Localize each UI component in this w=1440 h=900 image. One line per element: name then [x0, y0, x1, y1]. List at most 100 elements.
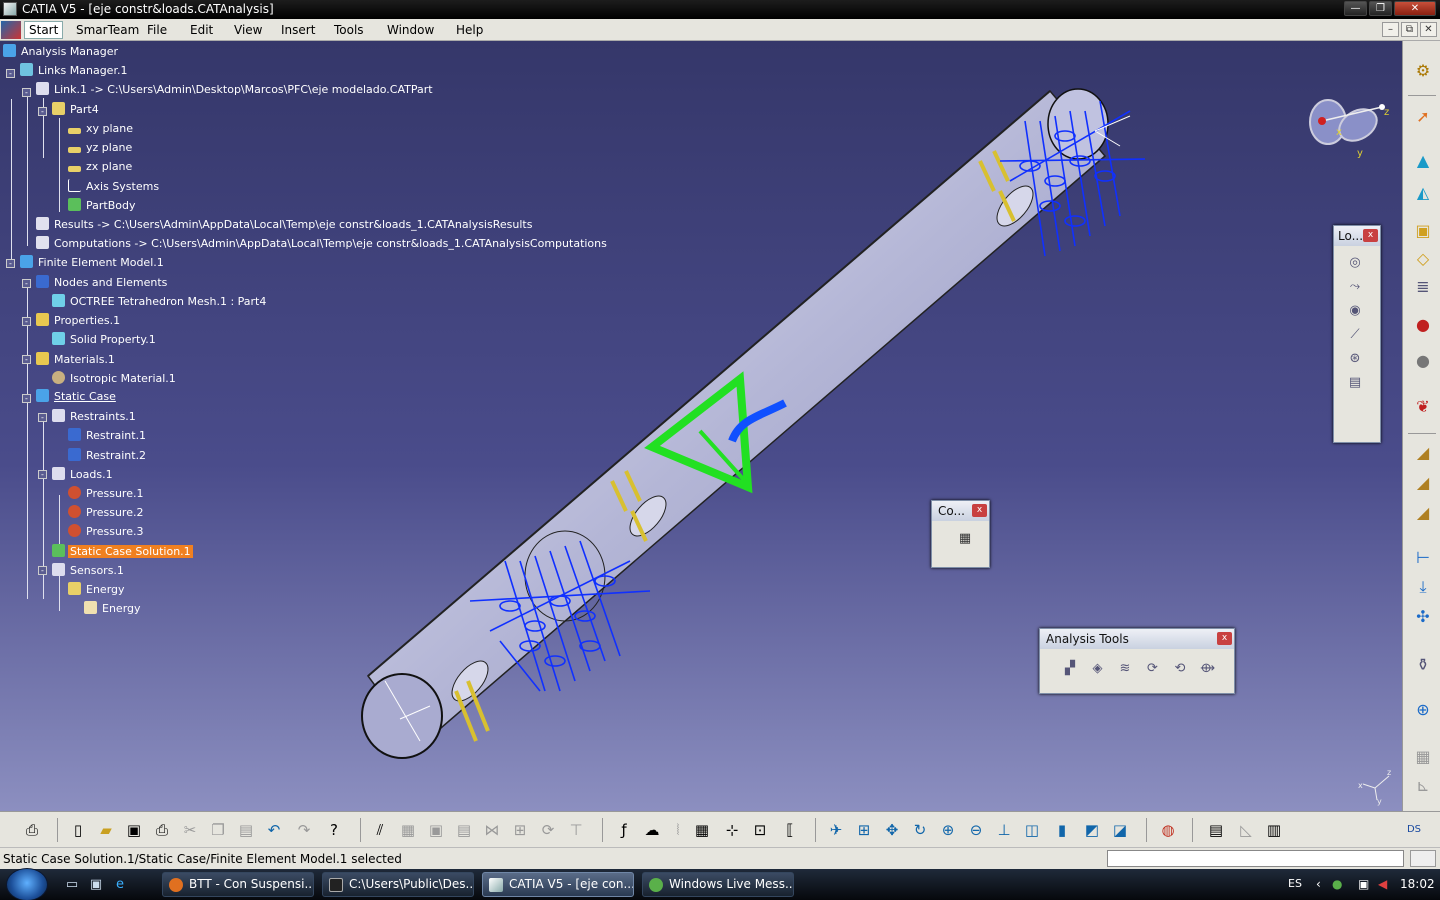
sphere-icon[interactable]: ●	[1411, 349, 1435, 373]
vol-icon[interactable]: ▣	[424, 818, 448, 842]
menu-help[interactable]: Help	[456, 23, 483, 37]
desktop-icon[interactable]: ▭	[64, 877, 80, 893]
tree-node-partbody[interactable]: PartBody	[68, 198, 137, 214]
whats-this-icon[interactable]: ?	[322, 818, 346, 842]
task-cmd[interactable]: C:\Users\Public\Des...	[322, 872, 474, 897]
bulb-load-icon[interactable]: ◉	[1344, 300, 1366, 322]
tray-expand-icon[interactable]: ‹	[1316, 877, 1321, 891]
tree-node-static-case[interactable]: Static Case	[36, 389, 118, 405]
tree-node-link[interactable]: Link.1 -> C:\Users\Admin\Desktop\Marcos\…	[36, 82, 435, 98]
tree-node-pressure-1[interactable]: Pressure.1	[68, 486, 145, 502]
network-icon[interactable]: ▣	[1358, 877, 1369, 891]
surface-icon-3[interactable]: ◢	[1411, 501, 1435, 525]
menu-file[interactable]: File	[147, 23, 167, 37]
bottle-icon[interactable]: ⚱	[1411, 653, 1435, 677]
tree-node-loads[interactable]: Loads.1	[52, 467, 115, 483]
doc-restore-button[interactable]: ⧉	[1401, 22, 1418, 37]
tree-node-energy-value[interactable]: Energy	[84, 601, 143, 617]
layers-icon[interactable]: ≣	[1411, 275, 1435, 299]
axis-icon[interactable]: ✣	[1411, 605, 1435, 629]
menu-edit[interactable]: Edit	[190, 23, 213, 37]
tree-node-zx-plane[interactable]: zx plane	[68, 159, 134, 175]
expander[interactable]: -	[38, 566, 47, 575]
deform-icon[interactable]: ⋈	[480, 818, 504, 842]
tree-icon[interactable]: ⊤	[564, 818, 588, 842]
tree-node-pressure-2[interactable]: Pressure.2	[68, 505, 145, 521]
tree-node-solid-property[interactable]: Solid Property.1	[52, 332, 158, 348]
surface-icon-2[interactable]: ◢	[1411, 471, 1435, 495]
animate-icon[interactable]: ▞	[1059, 658, 1081, 680]
menu-window[interactable]: Window	[387, 23, 434, 37]
clamp-icon[interactable]: ⤓	[1411, 575, 1435, 599]
compass-widget[interactable]: x y z	[1300, 95, 1395, 160]
tree-node-links-manager[interactable]: Links Manager.1	[20, 63, 129, 79]
tree-node-computations[interactable]: Computations -> C:\Users\Admin\AppData\L…	[36, 236, 609, 252]
fly-icon[interactable]: ✈	[824, 818, 848, 842]
tree-node-axis-systems[interactable]: Axis Systems	[68, 179, 161, 195]
wireframe-icon[interactable]: ⫽	[368, 818, 392, 842]
swap-icon[interactable]: ◪	[1108, 818, 1132, 842]
copy-icon[interactable]: ❐	[206, 818, 230, 842]
doc-close-button[interactable]: ✕	[1420, 22, 1437, 37]
compute-icon[interactable]: ▦	[954, 528, 976, 550]
comment-icon[interactable]: ☁	[640, 818, 664, 842]
catia-app-icon[interactable]	[3, 2, 17, 16]
compute-toolbar-header[interactable]: Co... x	[932, 501, 989, 521]
messenger-tray-icon[interactable]: ●	[1332, 877, 1342, 891]
lock-icon[interactable]: ⊡	[748, 818, 772, 842]
clock[interactable]: 18:02	[1400, 877, 1435, 891]
bearing-load-icon[interactable]: ⊛	[1344, 348, 1366, 370]
rotate-icon[interactable]: ↻	[908, 818, 932, 842]
expander[interactable]: -	[38, 470, 47, 479]
redo-icon[interactable]: ↷	[292, 818, 316, 842]
zoom-magnifier-icon[interactable]: ⊕	[1411, 698, 1435, 722]
tree-node-restraints[interactable]: Restraints.1	[52, 409, 138, 425]
expander[interactable]: -	[38, 107, 47, 116]
plane-icon[interactable]: ◇	[1411, 247, 1435, 271]
normal-view-icon[interactable]: ⊥	[992, 818, 1016, 842]
report-icon[interactable]: ▤	[1204, 818, 1228, 842]
print-icon[interactable]: ⎙	[150, 818, 174, 842]
relation-icon[interactable]: ⊹	[720, 818, 744, 842]
compute-toolbar-close-button[interactable]: x	[972, 504, 987, 517]
tree-node-isotropic-material[interactable]: Isotropic Material.1	[52, 371, 178, 387]
switch-windows-icon[interactable]: ▣	[88, 877, 104, 893]
tree-node-fem[interactable]: Finite Element Model.1	[20, 255, 166, 271]
menu-start[interactable]: Start	[24, 21, 64, 39]
surface-icon[interactable]: ◢	[1411, 441, 1435, 465]
paste-icon[interactable]: ▤	[234, 818, 258, 842]
cut-plane-icon[interactable]: ◈	[1087, 658, 1109, 680]
sec-icon[interactable]: ▤	[452, 818, 476, 842]
gear-icon[interactable]: ⚙	[1411, 59, 1435, 83]
expander[interactable]: -	[22, 355, 31, 364]
menu-tools[interactable]: Tools	[334, 23, 364, 37]
traffic-light-icon[interactable]: ●	[1411, 313, 1435, 337]
tree-node-materials[interactable]: Materials.1	[36, 352, 117, 368]
shading-icon[interactable]: ▮	[1050, 818, 1074, 842]
3d-viewport[interactable]: - - - - - - - - - - - Analysis Manager L…	[0, 41, 1402, 811]
grid-icon[interactable]: ▦	[1411, 745, 1435, 769]
link-icon[interactable]: ⦚	[666, 818, 690, 842]
zoom-in-icon[interactable]: ⊕	[936, 818, 960, 842]
catia-menu-logo[interactable]	[1, 21, 21, 39]
tree-node-restraint-1[interactable]: Restraint.1	[68, 428, 148, 444]
iso-view-icon[interactable]: ◫	[1020, 818, 1044, 842]
mesh-icon[interactable]: ▦	[396, 818, 420, 842]
analysis-icon[interactable]: ◭	[1411, 181, 1435, 205]
cut-icon[interactable]: ✂	[178, 818, 202, 842]
analysis-tools-toolbar[interactable]: Analysis Tools x ▞ ◈ ≋ ⟳ ⟲ ⟴	[1039, 628, 1235, 694]
maximize-button[interactable]: ❐	[1369, 1, 1392, 16]
undo-icon[interactable]: ↶	[262, 818, 286, 842]
volume-icon[interactable]: ◀	[1378, 877, 1387, 891]
expander[interactable]: -	[6, 69, 15, 78]
tree-node-properties[interactable]: Properties.1	[36, 313, 122, 329]
report-icon-2[interactable]: ▥	[1262, 818, 1286, 842]
loads-toolbar-header[interactable]: Lo... x	[1334, 226, 1380, 246]
tree-node-pressure-3[interactable]: Pressure.3	[68, 524, 145, 540]
loads-toolbar[interactable]: Lo... x ◎ ⤳ ◉ ⟋ ⊛ ▤	[1333, 225, 1381, 443]
tree-node-octree-mesh[interactable]: OCTREE Tetrahedron Mesh.1 : Part4	[52, 294, 268, 310]
save-icon[interactable]: ▣	[122, 818, 146, 842]
new-doc-icon[interactable]: ▯	[66, 818, 90, 842]
expander[interactable]: -	[22, 88, 31, 97]
measure-bracket-icon[interactable]: ⟦	[778, 818, 802, 842]
